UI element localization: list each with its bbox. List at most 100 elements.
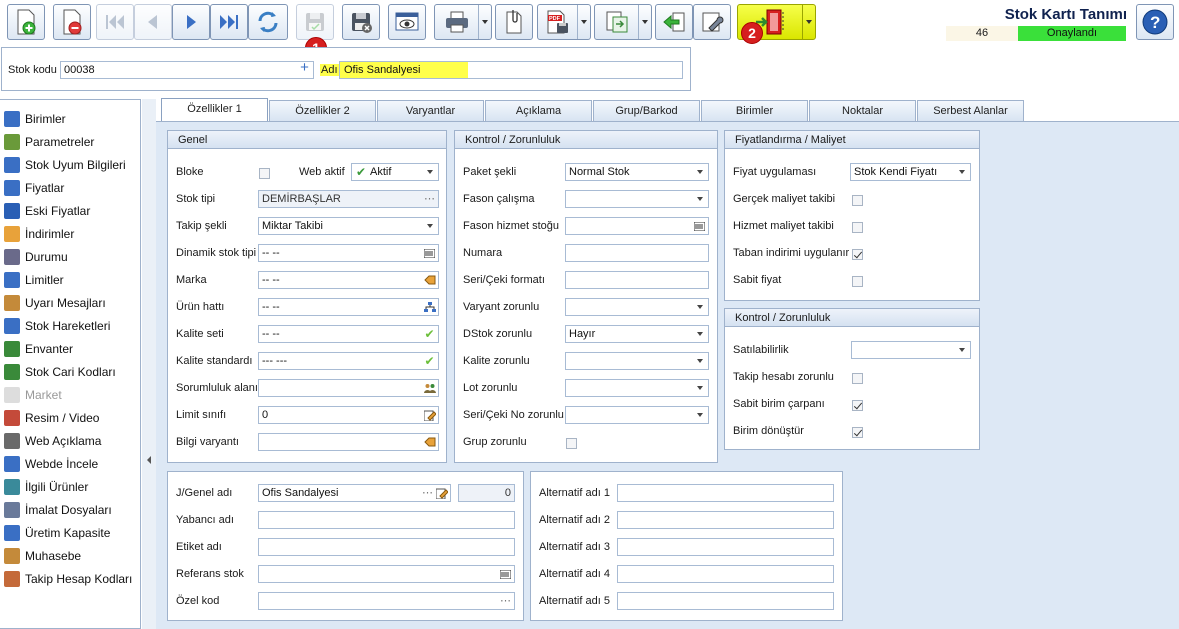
hizmet-maliyet-checkbox[interactable] — [852, 222, 863, 233]
save-close-button[interactable] — [342, 4, 380, 40]
name-input[interactable]: Ofis Sandalyesi — [339, 61, 683, 79]
collapse-arrow-icon[interactable] — [147, 456, 151, 464]
etiket-adi-input[interactable] — [258, 538, 515, 556]
plus-icon[interactable]: + — [298, 62, 311, 76]
numara-input[interactable] — [565, 244, 709, 262]
pdf-button[interactable]: PDF — [537, 4, 591, 40]
dinamik-stok-tipi-input[interactable]: -- -- — [258, 244, 439, 262]
quality-check-icon[interactable]: ✔ — [423, 327, 436, 341]
bloke-checkbox[interactable] — [259, 168, 270, 179]
takip-hesabi-checkbox[interactable] — [852, 373, 863, 384]
alternatif-1-input[interactable] — [617, 484, 834, 502]
alternatif-5-input[interactable] — [617, 592, 834, 610]
alternatif-4-input[interactable] — [617, 565, 834, 583]
fason-barcode-icon[interactable] — [693, 220, 706, 232]
sidebar-item[interactable]: Durumu — [4, 247, 68, 267]
print-button[interactable] — [434, 4, 492, 40]
paket-sekli-select[interactable]: Normal Stok — [565, 163, 709, 181]
alternatif-2-input[interactable] — [617, 511, 834, 529]
tab-serbest-alanlar[interactable]: Serbest Alanlar — [917, 100, 1024, 121]
hierarchy-icon[interactable] — [423, 301, 436, 313]
sorumluluk-alani-input[interactable] — [258, 379, 439, 397]
sidebar-item[interactable]: İndirimler — [4, 224, 74, 244]
edit-icon[interactable] — [423, 409, 436, 421]
sidebar-item[interactable]: Muhasebe — [4, 546, 81, 566]
quality-standard-icon[interactable]: ✔ — [423, 354, 436, 368]
export-button[interactable] — [594, 4, 652, 40]
tab-noktalar[interactable]: Noktalar — [809, 100, 916, 121]
sabit-birim-checkbox[interactable] — [852, 400, 863, 411]
yabanci-adi-input[interactable] — [258, 511, 515, 529]
back-button[interactable] — [655, 4, 693, 40]
sidebar-item[interactable]: Stok Cari Kodları — [4, 362, 116, 382]
barcode-icon[interactable] — [423, 247, 436, 259]
urun-hatti-input[interactable]: -- -- — [258, 298, 439, 316]
refresh-button[interactable] — [248, 4, 288, 40]
stok-tipi-input[interactable]: DEMİRBAŞLAR ⋯ — [258, 190, 439, 208]
save-button[interactable] — [296, 4, 334, 40]
web-aktif-select[interactable]: ✔ Aktif — [351, 163, 439, 181]
limit-sinifi-input[interactable]: 0 — [258, 406, 439, 424]
genel-adi-ellipsis-icon[interactable]: ⋯ — [421, 487, 434, 499]
sidebar-item[interactable]: Market — [4, 385, 62, 405]
seri-ceki-no-select[interactable] — [565, 406, 709, 424]
varyant-zorunlu-select[interactable] — [565, 298, 709, 316]
fason-calisma-select[interactable] — [565, 190, 709, 208]
stock-code-input[interactable]: 00038 + — [60, 61, 314, 79]
preview-button[interactable] — [388, 4, 426, 40]
dstok-zorunlu-select[interactable]: Hayır — [565, 325, 709, 343]
sidebar-item[interactable]: Uyarı Mesajları — [4, 293, 106, 313]
takip-sekli-select[interactable]: Miktar Takibi — [258, 217, 439, 235]
referans-stok-input[interactable] — [258, 565, 515, 583]
kalite-seti-input[interactable]: -- -- ✔ — [258, 325, 439, 343]
variant-tag-icon[interactable] — [423, 436, 436, 448]
fiyat-uygulamasi-select[interactable]: Stok Kendi Fiyatı — [850, 163, 971, 181]
taban-indirimi-checkbox[interactable] — [852, 249, 863, 260]
marka-input[interactable]: -- -- — [258, 271, 439, 289]
kalite-standardi-input[interactable]: --- --- ✔ — [258, 352, 439, 370]
genel-adi-input[interactable]: Ofis Sandalyesi ⋯ — [258, 484, 451, 502]
tab-birimler[interactable]: Birimler — [701, 100, 808, 121]
satilabilirlik-select[interactable] — [851, 341, 971, 359]
tag-icon[interactable] — [423, 274, 436, 286]
tab-ozellikler-2[interactable]: Özellikler 2 — [269, 100, 376, 121]
sidebar-item[interactable]: İlgili Ürünler — [4, 477, 88, 497]
genel-adi-edit-icon[interactable] — [435, 487, 448, 499]
prev-record-button[interactable] — [134, 4, 172, 40]
bilgi-varyanti-input[interactable] — [258, 433, 439, 451]
tab-ozellikler-1[interactable]: Özellikler 1 — [161, 98, 268, 121]
seri-ceki-formati-input[interactable] — [565, 271, 709, 289]
referans-barcode-icon[interactable] — [499, 568, 512, 580]
export-dropdown[interactable] — [638, 5, 651, 39]
tab-varyantlar[interactable]: Varyantlar — [377, 100, 484, 121]
people-icon[interactable] — [423, 382, 436, 394]
sidebar-item[interactable]: Limitler — [4, 270, 64, 290]
lot-zorunlu-select[interactable] — [565, 379, 709, 397]
next-record-button[interactable] — [172, 4, 210, 40]
pdf-dropdown[interactable] — [577, 5, 590, 39]
sidebar-item[interactable]: Envanter — [4, 339, 73, 359]
alternatif-3-input[interactable] — [617, 538, 834, 556]
ellipsis-icon[interactable]: ⋯ — [423, 193, 436, 205]
ozel-kod-ellipsis-icon[interactable]: ⋯ — [499, 595, 512, 607]
splitter[interactable] — [142, 99, 156, 629]
tab-aciklama[interactable]: Açıklama — [485, 100, 592, 121]
settings-button[interactable] — [693, 4, 731, 40]
grup-zorunlu-checkbox[interactable] — [566, 438, 577, 449]
sidebar-item[interactable]: Fiyatlar — [4, 178, 64, 198]
print-dropdown[interactable] — [478, 5, 491, 39]
gercek-maliyet-checkbox[interactable] — [852, 195, 863, 206]
new-button[interactable] — [7, 4, 45, 40]
sabit-fiyat-checkbox[interactable] — [852, 276, 863, 287]
delete-button[interactable] — [53, 4, 91, 40]
attach-button[interactable] — [495, 4, 533, 40]
ozel-kod-input[interactable]: ⋯ — [258, 592, 515, 610]
sidebar-item[interactable]: Stok Hareketleri — [4, 316, 110, 336]
workflow-dropdown[interactable] — [802, 5, 815, 39]
sidebar-item[interactable]: Eski Fiyatlar — [4, 201, 90, 221]
fason-hizmet-input[interactable] — [565, 217, 709, 235]
sidebar-item[interactable]: Resim / Video — [4, 408, 99, 428]
help-button[interactable]: ? — [1136, 4, 1174, 40]
last-record-button[interactable] — [210, 4, 248, 40]
sidebar-item[interactable]: Takip Hesap Kodları — [4, 569, 132, 589]
